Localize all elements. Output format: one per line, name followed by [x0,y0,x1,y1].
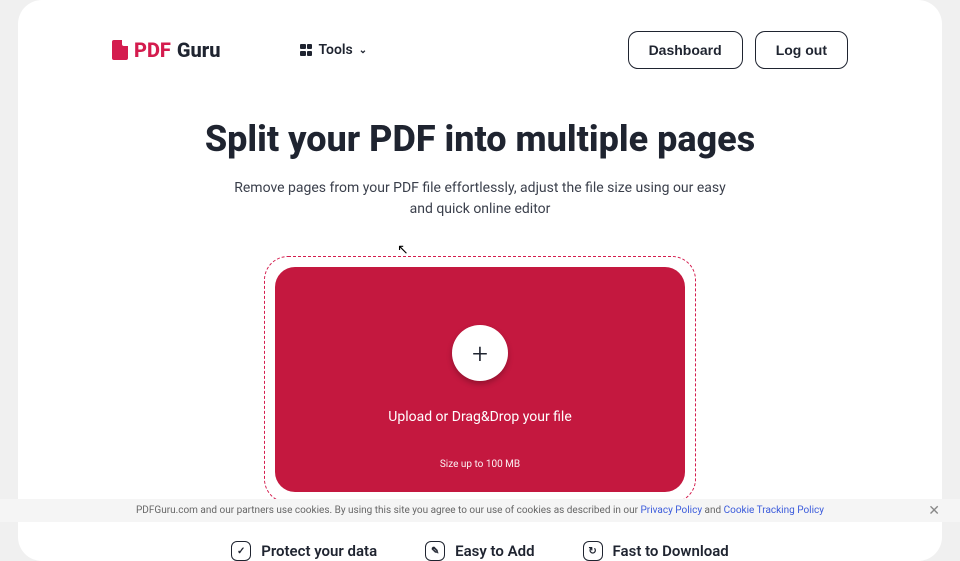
feature-label: Protect your data [261,542,377,560]
dropzone-border: + Upload or Drag&Drop your file Size up … [264,256,696,503]
shield-icon: ✓ [231,541,251,561]
feature-label: Easy to Add [455,542,534,560]
grid-icon [300,44,312,56]
plus-icon: + [452,325,508,381]
tools-label: Tools [318,42,352,58]
feature-easy: ✎ Easy to Add [425,541,534,561]
feature-fast: ↻ Fast to Download [583,541,729,561]
logo-text-pdf: PDF [134,38,171,62]
app-container: PDF Guru Tools ⌄ Dashboard Log out Split… [18,0,942,561]
cookie-text: PDFGuru.com and our partners use cookies… [136,505,824,516]
file-icon [112,40,128,60]
pencil-icon: ✎ [425,541,445,561]
logo-text-guru: Guru [177,38,221,62]
feature-label: Fast to Download [613,542,729,560]
features-row: ✓ Protect your data ✎ Easy to Add ↻ Fast… [18,541,942,561]
logout-button[interactable]: Log out [755,31,848,69]
dashboard-button[interactable]: Dashboard [628,31,743,69]
download-icon: ↻ [583,541,603,561]
logo[interactable]: PDF Guru [112,38,220,62]
dropzone-sublabel: Size up to 100 MB [295,459,665,470]
file-dropzone[interactable]: + Upload or Drag&Drop your file Size up … [275,267,685,492]
tools-dropdown[interactable]: Tools ⌄ [300,42,367,58]
main-content: Split your PDF into multiple pages Remov… [18,70,942,561]
page-title: Split your PDF into multiple pages [18,118,942,160]
close-icon[interactable]: ✕ [928,503,940,519]
page-subtitle: Remove pages from your PDF file effortle… [230,178,730,220]
privacy-policy-link[interactable]: Privacy Policy [641,505,703,516]
chevron-down-icon: ⌄ [359,45,367,56]
feature-protect: ✓ Protect your data [231,541,377,561]
cookie-banner: PDFGuru.com and our partners use cookies… [0,499,960,522]
header: PDF Guru Tools ⌄ Dashboard Log out [18,30,942,70]
cookie-tracking-link[interactable]: Cookie Tracking Policy [724,505,824,516]
dropzone-label: Upload or Drag&Drop your file [295,409,665,425]
